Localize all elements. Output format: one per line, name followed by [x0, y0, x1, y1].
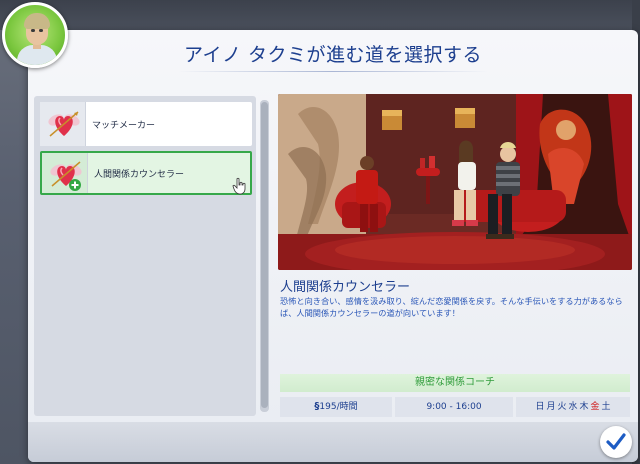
day-sunday: 日 — [535, 402, 545, 412]
career-icon-frame — [40, 102, 86, 146]
career-item-relationship-counselor[interactable]: 人間関係カウンセラー — [40, 151, 252, 195]
checkmark-icon — [606, 433, 626, 450]
dialog-title: アイノ タクミが進む道を選択する — [183, 44, 483, 66]
day-thursday: 木 — [579, 402, 589, 412]
pay-rate: §195/時間 — [280, 397, 392, 417]
career-list-panel: マッチメーカー 人間関係カウンセラー — [34, 96, 256, 416]
career-select-dialog: アイノ タクミが進む道を選択する マッチメーカー 人間関係カウンセラー 人間関係… — [28, 30, 638, 462]
career-description: 恐怖と向き合い、感情を汲み取り、綻んだ恋愛関係を戻す。そんな手伝いをする力がある… — [280, 296, 623, 318]
day-saturday: 土 — [601, 402, 611, 412]
cupid-heart-icon — [48, 111, 80, 137]
day-tuesday: 火 — [557, 402, 567, 412]
confirm-button[interactable] — [600, 426, 632, 458]
background-top-bar — [0, 0, 640, 30]
work-hours: 9:00 - 16:00 — [395, 397, 513, 417]
career-title: 人間関係カウンセラー — [280, 280, 411, 295]
sim-avatar[interactable] — [2, 2, 68, 68]
counselor-scene-illustration — [278, 94, 632, 270]
career-detail-panel: 人間関係カウンセラー 恐怖と向き合い、感情を汲み取り、綻んだ恋愛関係を戻す。そん… — [278, 94, 632, 420]
career-list-scrollbar[interactable] — [260, 100, 269, 412]
day-friday: 金 — [590, 402, 600, 412]
career-item-matchmaker[interactable]: マッチメーカー — [40, 102, 252, 146]
scrollbar-thumb[interactable] — [261, 102, 268, 408]
avatar-eye — [39, 29, 43, 32]
dialog-footer — [28, 422, 638, 462]
cupid-heart-icon — [50, 161, 82, 191]
work-days: 日月火水木金土 — [516, 397, 630, 417]
title-divider — [178, 71, 488, 72]
avatar-eye — [31, 29, 35, 32]
day-monday: 月 — [546, 402, 556, 412]
career-preview-image — [278, 94, 632, 270]
career-icon-frame — [42, 153, 88, 193]
career-item-label: マッチメーカー — [92, 120, 156, 131]
pay-rate-value: 195/時間 — [319, 402, 358, 412]
avatar-hair — [24, 13, 50, 29]
career-item-label: 人間関係カウンセラー — [94, 169, 185, 180]
career-branch-title: 親密な関係コーチ — [280, 374, 630, 392]
career-info-row: §195/時間 9:00 - 16:00 日月火水木金土 — [280, 397, 630, 417]
day-wednesday: 水 — [568, 402, 578, 412]
hand-cursor-icon — [232, 177, 246, 195]
